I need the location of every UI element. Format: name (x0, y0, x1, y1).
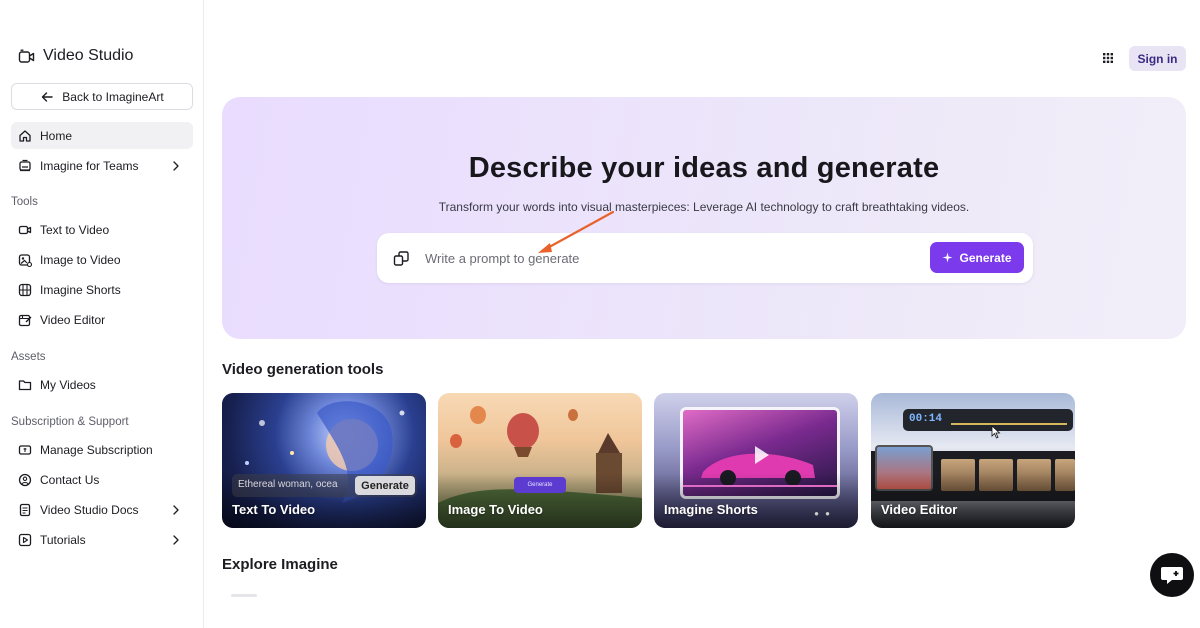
explore-content-stub (231, 594, 257, 597)
sidebar-item-label: Text to Video (40, 222, 110, 237)
sidebar-item-home[interactable]: Home (11, 122, 193, 149)
generate-button-label: Generate (959, 250, 1012, 265)
section-label-assets: Assets (11, 351, 46, 363)
video-generation-tools-heading: Video generation tools (222, 361, 384, 378)
carousel-dots-icon: ● ● (814, 509, 832, 518)
hero-title: Describe your ideas and generate (468, 152, 940, 184)
sidebar-item-my-videos[interactable]: My Videos (11, 371, 193, 398)
sidebar-item-contact-us[interactable]: Contact Us (11, 466, 193, 493)
docs-icon (18, 503, 32, 517)
demo-prompt-text: Ethereal woman, ocea (238, 479, 338, 490)
back-to-imagineart-button[interactable]: Back to ImagineArt (11, 83, 193, 110)
apps-grid-icon[interactable] (1101, 51, 1115, 65)
tutorials-icon (18, 533, 32, 547)
sidebar-item-text-to-video[interactable]: Text to Video (11, 216, 193, 243)
chevron-right-icon (169, 503, 183, 517)
tool-card-label: Image To Video (448, 502, 543, 517)
contact-icon (18, 473, 32, 487)
prompt-bar: Generate (377, 233, 1033, 283)
tool-card-imagine-shorts[interactable]: ● ● Imagine Shorts (654, 393, 858, 528)
section-label-subscription-support: Subscription & Support (11, 416, 129, 428)
arrow-left-icon (40, 90, 54, 104)
sidebar-item-label: Contact Us (40, 472, 100, 487)
card-shade (871, 473, 1075, 528)
chat-icon (1160, 564, 1184, 586)
sidebar-item-label: Imagine for Teams (40, 158, 139, 173)
image-video-icon (18, 253, 32, 267)
hero-banner: Describe your ideas and generate Transfo… (222, 97, 1186, 339)
sparkle-icon (942, 252, 953, 263)
tool-card-label: Text To Video (232, 502, 316, 517)
chevron-right-icon (169, 159, 183, 173)
image-upload-icon[interactable] (393, 250, 410, 267)
sign-in-button[interactable]: Sign in (1129, 46, 1186, 71)
sidebar-item-label: Tutorials (40, 532, 86, 547)
sidebar-item-imagine-for-teams[interactable]: Imagine for Teams (11, 152, 193, 179)
tool-card-label: Imagine Shorts (664, 502, 758, 517)
generate-button[interactable]: Generate (930, 242, 1024, 273)
sidebar-item-label: Video Studio Docs (40, 502, 139, 517)
chat-support-button[interactable] (1150, 553, 1194, 597)
sidebar-item-image-to-video[interactable]: Image to Video (11, 246, 193, 273)
demo-generate-button: Generate (355, 476, 415, 495)
tool-card-label: Video Editor (881, 502, 958, 517)
section-label-tools: Tools (11, 196, 38, 208)
brand[interactable]: Video Studio (18, 44, 133, 68)
sidebar-item-label: Video Editor (40, 312, 106, 327)
tool-card-image-to-video[interactable]: Generate Image To Video (438, 393, 642, 528)
video-editor-icon (18, 313, 32, 327)
demo-generate-pill: Generate (514, 477, 566, 493)
prompt-input[interactable] (425, 245, 905, 271)
tool-card-text-to-video[interactable]: Ethereal woman, ocea Generate Text To Vi… (222, 393, 426, 528)
sidebar-item-video-editor[interactable]: Video Editor (11, 306, 193, 333)
play-icon (755, 446, 769, 464)
sidebar-item-imagine-shorts[interactable]: Imagine Shorts (11, 276, 193, 303)
timeline-time: 00:14 (909, 413, 943, 425)
subscription-icon (18, 443, 32, 457)
home-icon (18, 129, 32, 143)
teams-icon (18, 159, 32, 173)
app-title: Video Studio (43, 47, 134, 64)
demo-prompt-field: Ethereal woman, ocea Generate (232, 474, 417, 497)
sidebar-item-manage-subscription[interactable]: Manage Subscription (11, 436, 193, 463)
sidebar-item-label: Imagine Shorts (40, 282, 121, 297)
sidebar: Video Studio Back to ImagineArt Home Ima… (0, 0, 204, 628)
sidebar-item-video-studio-docs[interactable]: Video Studio Docs (11, 496, 193, 523)
back-button-label: Back to ImagineArt (62, 89, 164, 104)
mouse-cursor-icon (991, 425, 1001, 439)
tool-card-video-editor[interactable]: 00:14 Video Editor (871, 393, 1075, 528)
sidebar-item-label: Image to Video (40, 252, 121, 267)
chevron-right-icon (169, 533, 183, 547)
card-shade (654, 473, 858, 528)
text-video-icon (18, 223, 32, 237)
folder-icon (18, 378, 32, 392)
timeline-bar: 00:14 (903, 409, 1073, 431)
sidebar-item-label: Home (40, 128, 73, 143)
sidebar-item-label: My Videos (40, 377, 96, 392)
timeline-track (951, 423, 1067, 425)
hero-subtitle: Transform your words into visual masterp… (438, 200, 970, 214)
sidebar-item-label: Manage Subscription (40, 442, 153, 457)
explore-imagine-heading: Explore Imagine (222, 556, 338, 573)
sidebar-item-tutorials[interactable]: Tutorials (11, 526, 193, 553)
shorts-icon (18, 283, 32, 297)
video-studio-logo-icon (18, 48, 35, 65)
